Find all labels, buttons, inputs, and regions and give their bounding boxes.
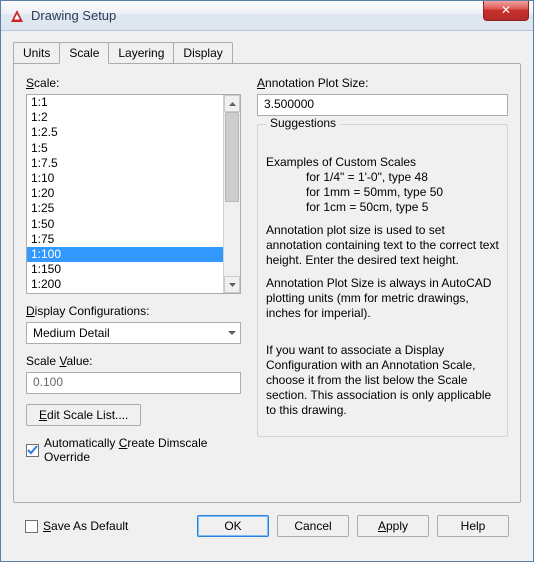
annotation-plot-size-input[interactable]: 3.500000 <box>257 94 508 116</box>
scrollbar[interactable] <box>223 95 240 293</box>
tab-layering[interactable]: Layering <box>108 42 174 64</box>
apply-button[interactable]: Apply <box>357 515 429 537</box>
scroll-up-button[interactable] <box>224 95 240 112</box>
examples-block: Examples of Custom Scales for 1/4" = 1'-… <box>266 155 499 215</box>
list-item[interactable]: 1:200 <box>27 277 223 292</box>
close-icon: ✕ <box>501 3 511 17</box>
list-item[interactable]: 1:10 <box>27 171 223 186</box>
close-button[interactable]: ✕ <box>483 1 529 21</box>
scroll-down-button[interactable] <box>224 276 240 293</box>
annotation-plot-size-label: Annotation Plot Size: <box>257 76 368 90</box>
titlebar: Drawing Setup ✕ <box>1 1 533 31</box>
right-column: Annotation Plot Size: 3.500000 Suggestio… <box>257 76 508 464</box>
dialog-body: Units Scale Layering Display Scale: 1:11… <box>1 31 533 561</box>
suggestions-legend: Suggestions <box>266 116 340 130</box>
save-as-default-checkbox[interactable]: Save As Default <box>25 519 128 533</box>
tab-display[interactable]: Display <box>173 42 232 64</box>
list-item[interactable]: 1:5 <box>27 141 223 156</box>
list-item[interactable]: 1:75 <box>27 232 223 247</box>
display-config-value: Medium Detail <box>33 326 110 340</box>
scale-label: Scale: <box>26 76 59 90</box>
help-button[interactable]: Help <box>437 515 509 537</box>
cancel-button[interactable]: Cancel <box>277 515 349 537</box>
scale-listbox[interactable]: 1:11:21:2.51:51:7.51:101:201:251:501:751… <box>26 94 241 294</box>
dimscale-override-label: Automatically Create Dimscale Override <box>44 436 241 464</box>
save-as-default-label: Save As Default <box>43 519 128 533</box>
display-config-label: Display Configurations: <box>26 304 149 318</box>
edit-scale-list-button[interactable]: Edit Scale List.... <box>26 404 141 426</box>
dimscale-override-checkbox[interactable]: Automatically Create Dimscale Override <box>26 436 241 464</box>
list-item[interactable]: 1:250 <box>27 292 223 293</box>
chevron-down-icon <box>229 283 236 287</box>
list-item[interactable]: 1:7.5 <box>27 156 223 171</box>
tabpanel-scale: Scale: 1:11:21:2.51:51:7.51:101:201:251:… <box>13 63 521 503</box>
list-item[interactable]: 1:1 <box>27 95 223 110</box>
chevron-down-icon <box>228 331 236 336</box>
scroll-track[interactable] <box>224 112 240 276</box>
app-icon <box>9 8 25 24</box>
suggestion-p1: Annotation plot size is used to set anno… <box>266 223 499 268</box>
list-item[interactable]: 1:20 <box>27 186 223 201</box>
tab-scale[interactable]: Scale <box>59 42 109 64</box>
button-bar: Save As Default OK Cancel Apply Help <box>13 503 521 549</box>
list-item[interactable]: 1:25 <box>27 201 223 216</box>
tabstrip: Units Scale Layering Display <box>13 42 521 64</box>
window-title: Drawing Setup <box>31 8 116 23</box>
display-config-select[interactable]: Medium Detail <box>26 322 241 344</box>
dialog-drawing-setup: Drawing Setup ✕ Units Scale Layering Dis… <box>0 0 534 562</box>
list-item[interactable]: 1:100 <box>27 247 223 262</box>
scale-value-label: Scale Value: <box>26 354 93 368</box>
checkbox-box <box>25 520 38 533</box>
left-column: Scale: 1:11:21:2.51:51:7.51:101:201:251:… <box>26 76 241 464</box>
suggestion-p3: If you want to associate a Display Confi… <box>266 343 499 418</box>
checkmark-icon <box>27 445 38 456</box>
scroll-thumb[interactable] <box>225 112 239 202</box>
list-item[interactable]: 1:50 <box>27 217 223 232</box>
tab-units[interactable]: Units <box>13 42 60 64</box>
suggestion-p2: Annotation Plot Size is always in AutoCA… <box>266 276 499 321</box>
list-item[interactable]: 1:2.5 <box>27 125 223 140</box>
chevron-up-icon <box>229 102 236 106</box>
suggestions-group: Suggestions Examples of Custom Scales fo… <box>257 124 508 437</box>
list-item[interactable]: 1:2 <box>27 110 223 125</box>
ok-button[interactable]: OK <box>197 515 269 537</box>
checkbox-box <box>26 444 39 457</box>
scale-value-input[interactable]: 0.100 <box>26 372 241 394</box>
list-item[interactable]: 1:150 <box>27 262 223 277</box>
